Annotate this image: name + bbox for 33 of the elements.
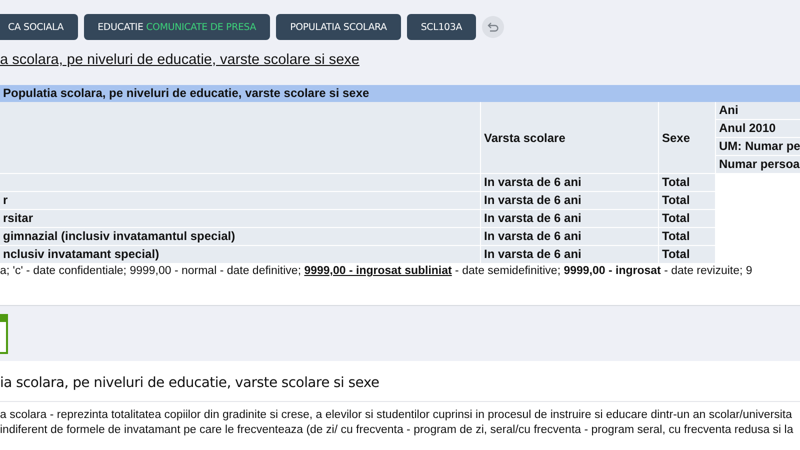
column-header: UM: Numar pe <box>716 138 800 155</box>
row-header-cell: Total <box>659 210 715 227</box>
row-header-cell: Total <box>659 174 715 191</box>
column-header: Sexe <box>659 102 715 173</box>
row-header-cell: In varsta de 6 ani <box>481 174 658 191</box>
row-header-cell: In varsta de 6 ani <box>481 192 658 209</box>
breadcrumb-button[interactable]: POPULATIA SCOLARA <box>276 14 401 40</box>
back-button[interactable] <box>482 16 504 38</box>
row-header-cell: Total <box>659 192 715 209</box>
undo-icon <box>487 21 500 33</box>
description-text: indiferent de formele de invatamant pe care le frecventeaza (de zi/ cu frecventa - program de zi, seral/cu frecventa - program seral, cu frecventa redusa si la <box>0 423 794 438</box>
row-header-cell: Total <box>659 246 715 263</box>
breadcrumb-button[interactable]: CA SOCIALA <box>0 14 78 40</box>
row-header-cell: In varsta de 6 ani <box>481 246 658 263</box>
column-header: Varsta scolare <box>481 102 658 173</box>
row-header-cell: In varsta de 6 ani <box>481 210 658 227</box>
row-header-cell: nclusiv invatamant special) <box>0 246 480 263</box>
row-header-cell: In varsta de 6 ani <box>481 228 658 245</box>
breadcrumb-button[interactable]: EDUCATIE COMUNICATE DE PRESA <box>84 14 270 40</box>
legend-text: a; 'c' - date confidentiale; 9999,00 - normal - date definitive; 9999,00 - ingrosat subliniat - date semidefinitive; 9999,00 - ingrosat - date revizuite; 9 <box>0 263 800 306</box>
row-header-cell: Total <box>659 228 715 245</box>
row-header-cell: r <box>0 192 480 209</box>
column-header: Numar persoa <box>716 156 800 173</box>
breadcrumb-button[interactable]: SCL103A <box>406 14 476 40</box>
description-text: a scolara - reprezinta totalitatea copiilor din gradinite si crese, a elevilor si studentilor cuprinsi in procesul de instruire si educare dintr-un an scolar/universita <box>0 408 793 423</box>
row-header-cell: rsitar <box>0 210 480 227</box>
page-title-link[interactable]: a scolara, pe niveluri de educatie, varste scolare si sexe <box>0 52 360 68</box>
row-header-cell: gimnazial (inclusiv invatamantul special) <box>0 228 480 245</box>
column-header: Anul 2010 <box>716 120 800 137</box>
description-title: ia scolara, pe niveluri de educatie, varste scolare si sexe <box>0 361 800 402</box>
document-icon[interactable] <box>0 314 8 354</box>
column-header: Ani <box>716 102 800 119</box>
table-caption: Populatia scolara, pe niveluri de educatie, varste scolare si sexe <box>0 85 800 102</box>
